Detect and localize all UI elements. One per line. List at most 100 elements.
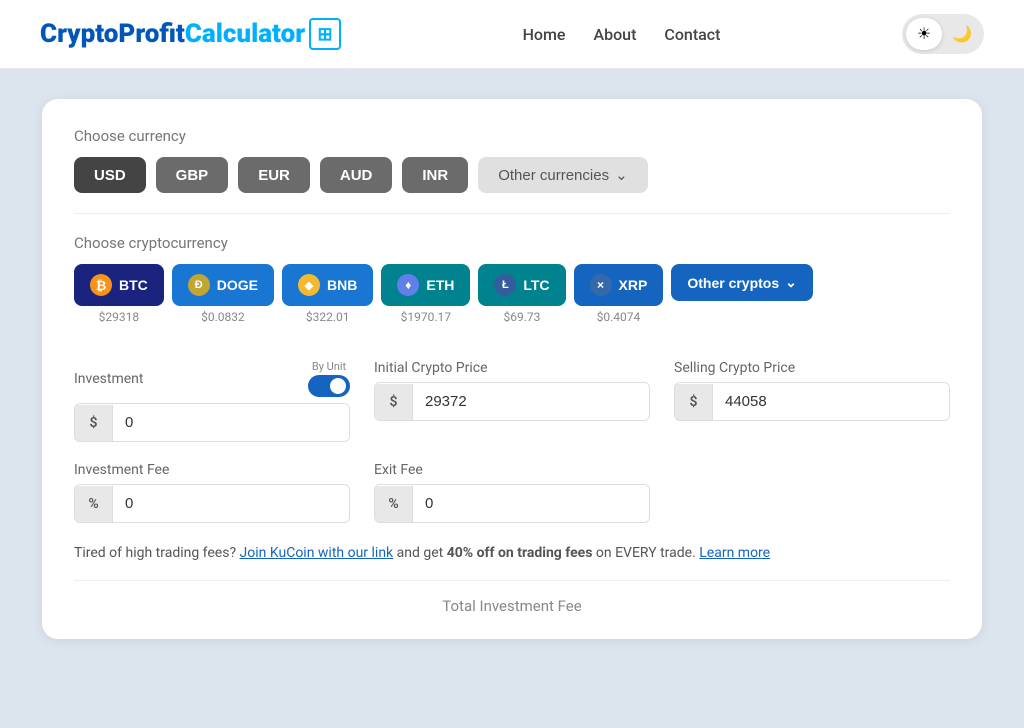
- logo-icon: ⊞: [309, 18, 341, 50]
- initial-price-group: Initial Crypto Price $: [374, 360, 650, 442]
- selling-price-label: Selling Crypto Price: [674, 360, 950, 376]
- chevron-down-icon-crypto: ⌄: [785, 274, 797, 291]
- inputs-grid-row1: Investment By Unit $: [74, 360, 950, 442]
- light-mode-button[interactable]: ☀: [906, 18, 942, 50]
- exit-fee-group: Exit Fee %: [374, 462, 650, 523]
- investment-fee-label: Investment Fee: [74, 462, 350, 478]
- learn-more-link[interactable]: Learn more: [699, 545, 770, 561]
- logo[interactable]: CryptoProfitCalculator ⊞: [40, 18, 341, 50]
- crypto-btn-other[interactable]: Other cryptos ⌄: [671, 264, 813, 301]
- investment-fee-group: Investment Fee %: [74, 462, 350, 523]
- total-investment-fee-label: Total Investment Fee: [74, 580, 950, 615]
- ltc-icon: Ł: [494, 274, 516, 296]
- bnb-icon: ◆: [298, 274, 320, 296]
- initial-price-input[interactable]: [413, 383, 649, 420]
- investment-fee-input-wrapper: %: [74, 484, 350, 523]
- crypto-section-label: Choose cryptocurrency: [74, 234, 950, 252]
- by-unit-label: By Unit: [312, 360, 346, 373]
- crypto-btn-doge[interactable]: Ð DOGE: [172, 264, 274, 306]
- currency-section: Choose currency USD GBP EUR AUD INR Othe…: [74, 127, 950, 193]
- xrp-icon: ×: [590, 274, 612, 296]
- crypto-buttons: ₿ BTC $29318 Ð DOGE $0.0832 ◆ BNB: [74, 264, 950, 324]
- calculator-card: Choose currency USD GBP EUR AUD INR Othe…: [42, 99, 982, 639]
- chevron-down-icon: ⌄: [615, 166, 628, 184]
- selling-price-input[interactable]: [713, 383, 949, 420]
- selling-price-group: Selling Crypto Price $: [674, 360, 950, 442]
- logo-calculator-text: Calculator: [185, 19, 305, 49]
- promo-bold-text: 40% off on trading fees: [447, 545, 593, 561]
- currency-btn-aud[interactable]: AUD: [320, 157, 393, 193]
- crypto-btn-ltc[interactable]: Ł LTC: [478, 264, 565, 306]
- xrp-price: $0.4074: [597, 310, 641, 324]
- inputs-grid-row2: Investment Fee % Exit Fee %: [74, 462, 950, 523]
- exit-fee-prefix: %: [375, 486, 413, 522]
- doge-label: DOGE: [217, 277, 258, 293]
- other-currencies-label: Other currencies: [498, 167, 609, 184]
- btc-price: $29318: [99, 310, 139, 324]
- sun-icon: ☀: [917, 24, 931, 44]
- btc-label: BTC: [119, 277, 148, 293]
- by-unit-toggle[interactable]: [308, 375, 350, 397]
- crypto-btn-btc[interactable]: ₿ BTC: [74, 264, 164, 306]
- bnb-price: $322.01: [306, 310, 350, 324]
- exit-fee-label: Exit Fee: [374, 462, 650, 478]
- btc-icon: ₿: [90, 274, 112, 296]
- empty-col: [674, 462, 950, 523]
- initial-price-input-wrapper: $: [374, 382, 650, 421]
- promo-text-after: on EVERY trade.: [592, 545, 699, 561]
- selling-price-input-wrapper: $: [674, 382, 950, 421]
- initial-price-prefix: $: [375, 384, 413, 420]
- investment-input-wrapper: $: [74, 403, 350, 442]
- header: CryptoProfitCalculator ⊞ Home About Cont…: [0, 0, 1024, 69]
- eth-price: $1970.17: [401, 310, 451, 324]
- doge-price: $0.0832: [201, 310, 245, 324]
- currency-btn-inr[interactable]: INR: [402, 157, 468, 193]
- spacer: [74, 330, 950, 360]
- dark-mode-button[interactable]: 🌙: [944, 18, 980, 50]
- main-nav: Home About Contact: [523, 25, 721, 44]
- currency-btn-eur[interactable]: EUR: [238, 157, 310, 193]
- other-cryptos-label: Other cryptos: [687, 275, 779, 291]
- main-content: Choose currency USD GBP EUR AUD INR Othe…: [0, 69, 1024, 728]
- investment-label: Investment: [74, 371, 143, 387]
- investment-input[interactable]: [113, 404, 349, 441]
- promo-text: Tired of high trading fees? Join KuCoin …: [74, 543, 950, 564]
- logo-crypto: Crypto: [40, 19, 118, 49]
- nav-home[interactable]: Home: [523, 25, 566, 44]
- bnb-label: BNB: [327, 277, 357, 293]
- logo-profit: Profit: [118, 19, 184, 49]
- nav-about[interactable]: About: [594, 25, 637, 44]
- investment-fee-prefix: %: [75, 486, 113, 522]
- exit-fee-input[interactable]: [413, 485, 649, 522]
- crypto-btn-bnb[interactable]: ◆ BNB: [282, 264, 373, 306]
- currency-btn-gbp[interactable]: GBP: [156, 157, 229, 193]
- promo-text-middle: and get: [393, 545, 447, 561]
- moon-icon: 🌙: [952, 24, 972, 44]
- currency-section-label: Choose currency: [74, 127, 950, 145]
- investment-fee-input[interactable]: [113, 485, 349, 522]
- ltc-label: LTC: [523, 277, 549, 293]
- currency-btn-other[interactable]: Other currencies ⌄: [478, 157, 647, 193]
- eth-label: ETH: [426, 277, 454, 293]
- exit-fee-input-wrapper: %: [374, 484, 650, 523]
- currency-buttons: USD GBP EUR AUD INR Other currencies ⌄: [74, 157, 950, 193]
- investment-group: Investment By Unit $: [74, 360, 350, 442]
- form-section: Investment By Unit $: [74, 360, 950, 523]
- crypto-section: Choose cryptocurrency ₿ BTC $29318 Ð DOG…: [74, 234, 950, 324]
- crypto-btn-xrp[interactable]: × XRP: [574, 264, 664, 306]
- nav-contact[interactable]: Contact: [664, 25, 720, 44]
- kucoin-link[interactable]: Join KuCoin with our link: [240, 545, 394, 561]
- initial-price-label: Initial Crypto Price: [374, 360, 650, 376]
- currency-btn-usd[interactable]: USD: [74, 157, 146, 193]
- theme-toggle: ☀ 🌙: [902, 14, 984, 54]
- xrp-label: XRP: [619, 277, 648, 293]
- eth-icon: ♦: [397, 274, 419, 296]
- toggle-slider: [308, 375, 350, 397]
- section-divider-1: [74, 213, 950, 214]
- doge-icon: Ð: [188, 274, 210, 296]
- investment-prefix: $: [75, 405, 113, 441]
- selling-price-prefix: $: [675, 384, 713, 420]
- promo-text-before: Tired of high trading fees?: [74, 545, 240, 561]
- crypto-btn-eth[interactable]: ♦ ETH: [381, 264, 470, 306]
- ltc-price: $69.73: [504, 310, 541, 324]
